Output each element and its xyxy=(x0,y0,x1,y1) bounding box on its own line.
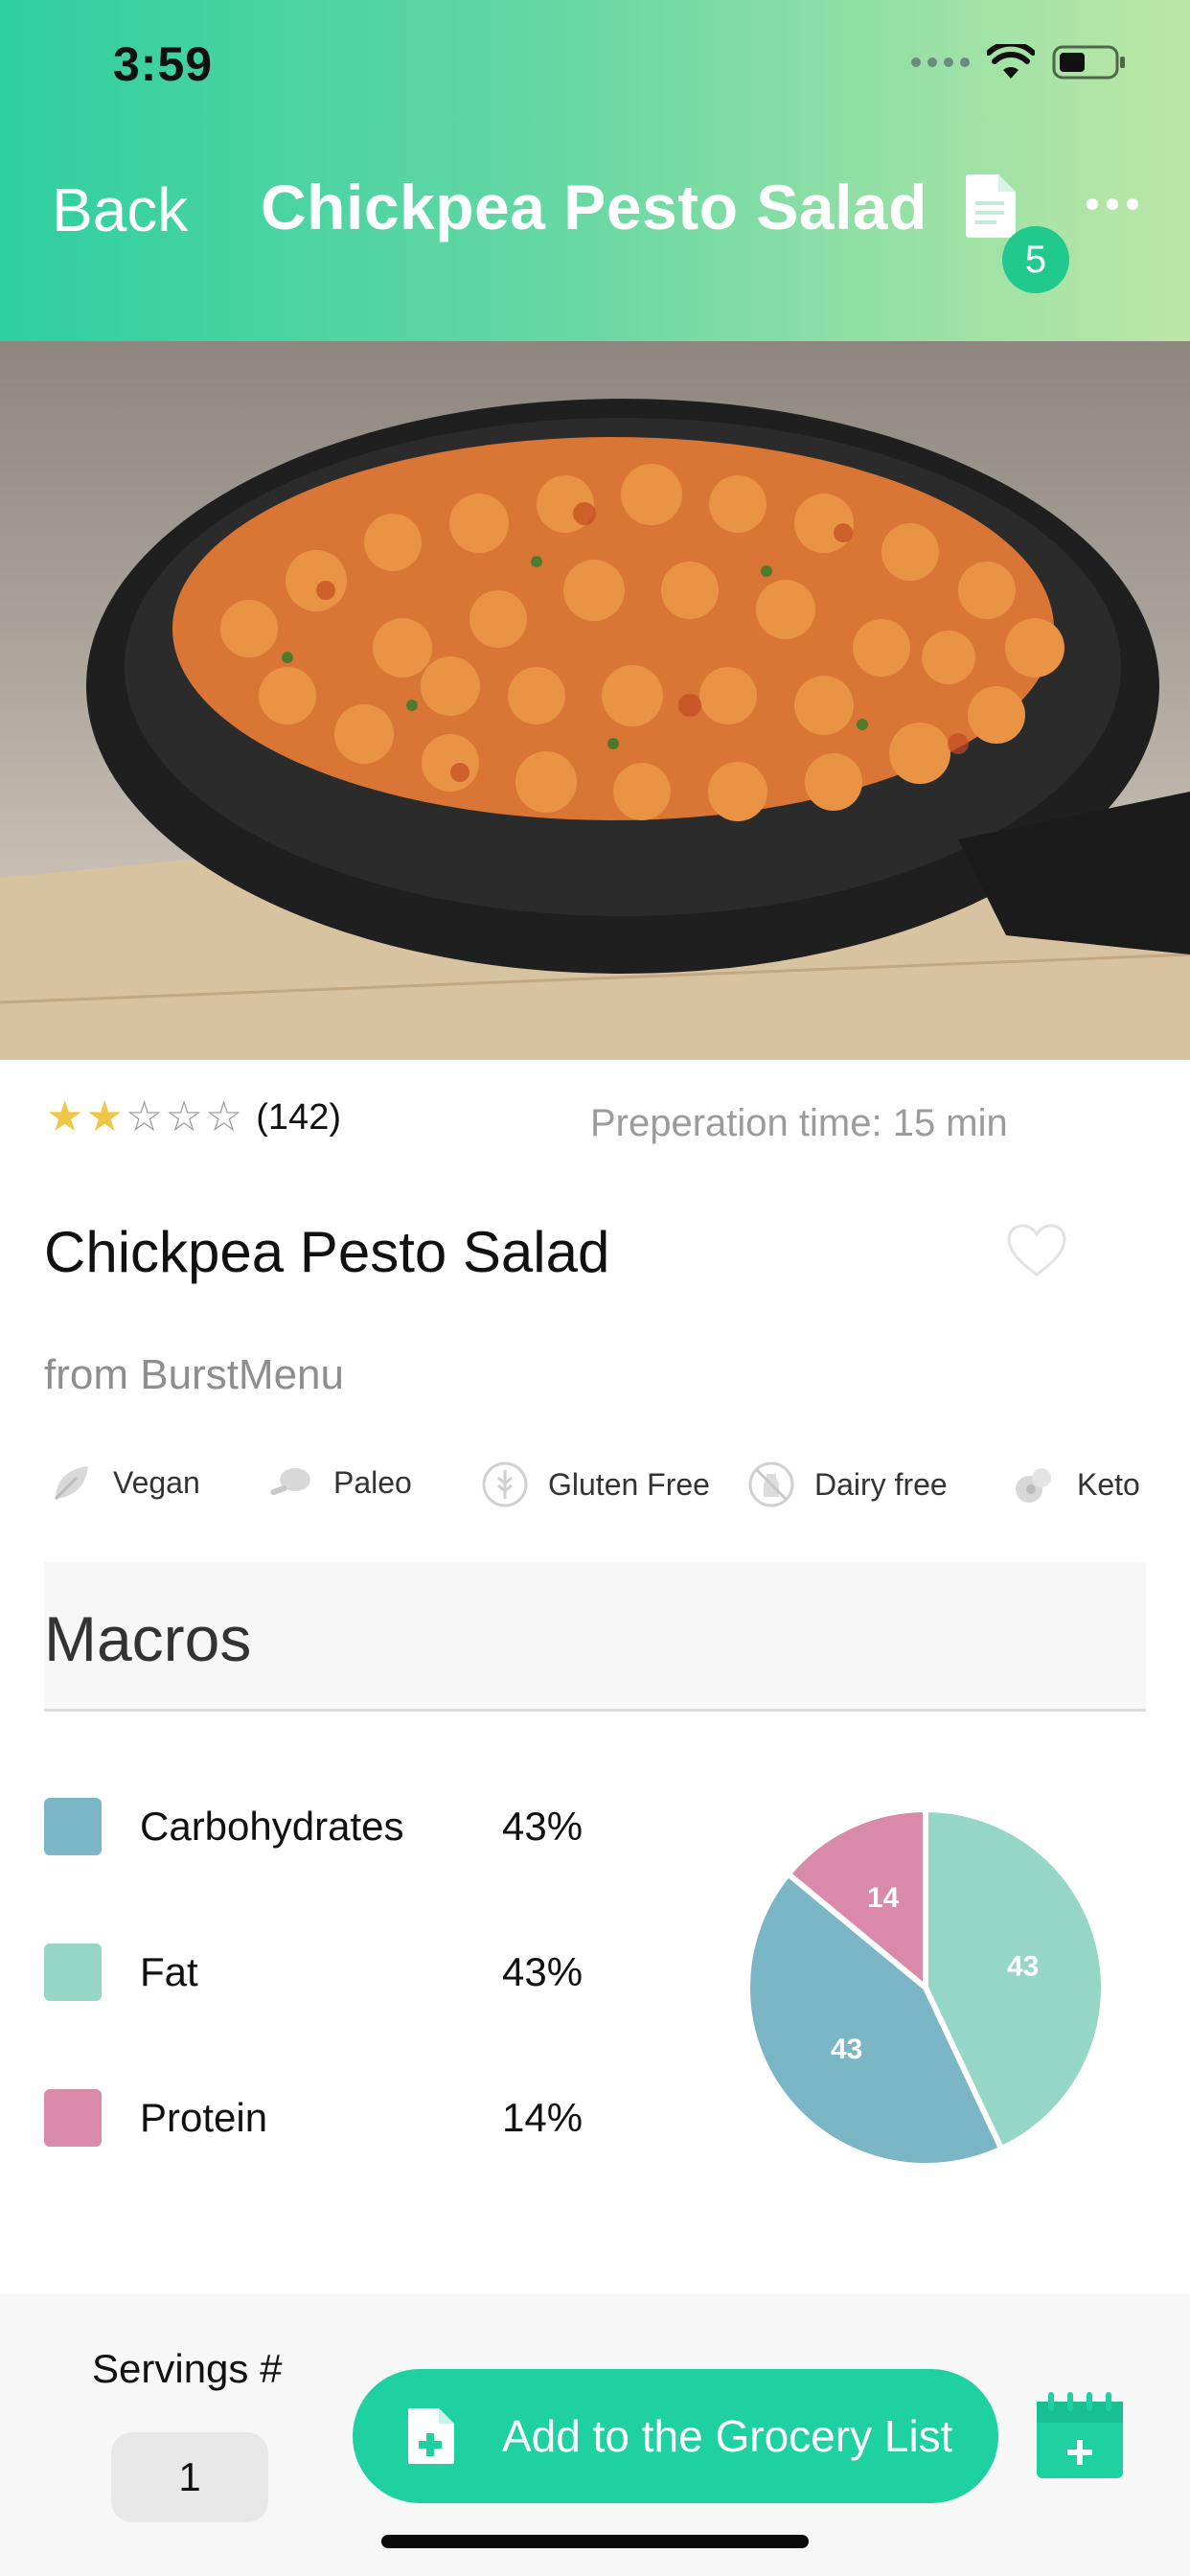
diet-tag-dairy-free: Dairy free xyxy=(747,1460,948,1508)
legend-percent: 43% xyxy=(502,1949,584,1994)
macro-legend-item: Fat 43% xyxy=(44,1944,583,2001)
dairy-free-icon xyxy=(748,1461,794,1507)
page-title: Chickpea Pesto Salad xyxy=(261,172,927,242)
cellular-signal-icon xyxy=(911,58,970,67)
list-count-badge: 5 xyxy=(1002,226,1069,293)
macro-legend-item: Carbohydrates 43% xyxy=(44,1798,583,1855)
recipe-photo xyxy=(0,341,1190,1060)
diet-tags: Vegan Paleo Gluten Free Dairy free Keto xyxy=(50,1460,1152,1518)
status-time: 3:59 xyxy=(113,37,214,91)
macro-legend-item: Protein 14% xyxy=(44,2089,583,2147)
legend-percent: 43% xyxy=(502,1804,584,1849)
diet-label: Paleo xyxy=(333,1464,412,1500)
home-indicator xyxy=(381,2535,809,2548)
more-options-icon[interactable] xyxy=(1087,198,1138,210)
calendar-add-icon[interactable] xyxy=(1035,2390,1125,2485)
gluten-free-icon xyxy=(482,1461,528,1507)
wifi-icon xyxy=(987,44,1035,80)
keto-icon xyxy=(1016,1468,1051,1503)
star-filled-icon[interactable]: ★ xyxy=(46,1096,83,1138)
diet-label: Gluten Free xyxy=(548,1466,710,1502)
macros-title: Macros xyxy=(44,1603,252,1674)
diet-label: Keto xyxy=(1077,1466,1140,1502)
legend-swatch-fat xyxy=(44,1944,102,2001)
diet-tag-vegan: Vegan xyxy=(50,1460,200,1505)
macros-pie-chart: 43 43 14 xyxy=(744,1806,1107,2169)
document-plus-icon xyxy=(408,2408,454,2464)
legend-name: Fat xyxy=(140,1949,198,1994)
diet-tag-paleo: Paleo xyxy=(266,1460,412,1505)
star-empty-icon[interactable]: ☆ xyxy=(205,1096,242,1138)
pie-data-label: 43 xyxy=(831,2034,862,2065)
recipe-title: Chickpea Pesto Salad xyxy=(44,1220,610,1284)
favorite-heart-icon[interactable] xyxy=(1006,1223,1067,1283)
pie-data-label: 14 xyxy=(867,1882,900,1914)
recipe-source: from BurstMenu xyxy=(44,1351,344,1398)
grocery-button-label: Add to the Grocery List xyxy=(502,2411,953,2461)
rating[interactable]: ★ ★ ☆ ☆ ☆ (142) xyxy=(46,1096,341,1138)
diet-label: Dairy free xyxy=(814,1466,948,1502)
servings-input[interactable]: 1 xyxy=(111,2432,268,2522)
bottom-bar: Servings # 1 Add to the Grocery List xyxy=(0,2294,1190,2576)
star-empty-icon[interactable]: ☆ xyxy=(126,1096,163,1138)
leaf-icon xyxy=(54,1466,88,1501)
back-button[interactable]: Back xyxy=(52,174,188,245)
legend-swatch-protein xyxy=(44,2089,102,2147)
pie-data-label: 43 xyxy=(1007,1950,1039,1982)
add-to-grocery-list-button[interactable]: Add to the Grocery List xyxy=(353,2369,998,2503)
legend-percent: 14% xyxy=(502,2095,584,2140)
star-rating[interactable]: ★ ★ ☆ ☆ ☆ xyxy=(46,1096,242,1138)
diet-tag-gluten-free: Gluten Free xyxy=(481,1460,710,1508)
diet-tag-keto: Keto xyxy=(1010,1460,1140,1508)
star-empty-icon[interactable]: ☆ xyxy=(165,1096,202,1138)
battery-icon xyxy=(1052,44,1127,80)
macros-section-header: Macros xyxy=(44,1562,1146,1712)
chicken-leg-icon xyxy=(270,1468,310,1496)
legend-swatch-carbohydrates xyxy=(44,1798,102,1855)
legend-name: Protein xyxy=(140,2095,268,2140)
servings-label: Servings # xyxy=(92,2346,283,2391)
document-icon[interactable] xyxy=(962,171,1019,244)
diet-label: Vegan xyxy=(113,1464,200,1500)
header: 3:59 Back Chickpea Pesto Salad 5 xyxy=(0,0,1190,341)
legend-name: Carbohydrates xyxy=(140,1804,404,1849)
prep-time: Preperation time: 15 min xyxy=(590,1102,1008,1144)
star-filled-icon[interactable]: ★ xyxy=(85,1096,123,1138)
rating-count: (142) xyxy=(256,1096,341,1138)
status-icons xyxy=(911,44,1127,80)
